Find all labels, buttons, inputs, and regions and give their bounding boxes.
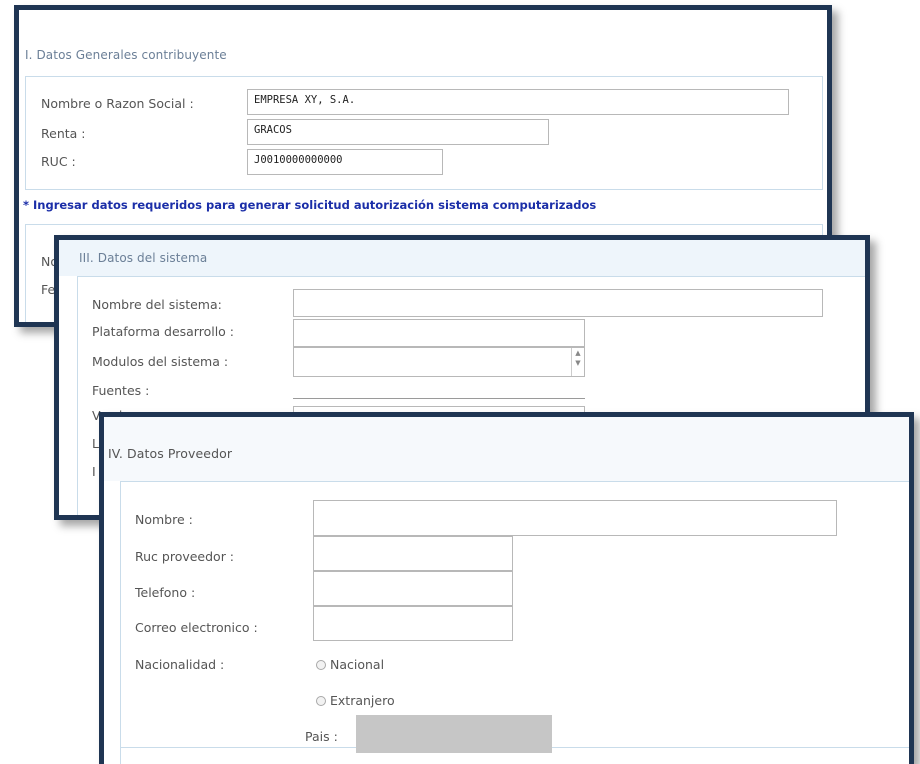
label-nacionalidad: Nacionalidad : <box>135 657 225 672</box>
label-modulos: Modulos del sistema : <box>92 354 229 369</box>
ruc-proveedor-field[interactable] <box>313 536 513 571</box>
label-partial-i: I <box>92 464 96 479</box>
razon-social-field[interactable]: EMPRESA XY, S.A. <box>247 89 789 115</box>
label-nombre: Nombre : <box>135 512 193 527</box>
required-data-note: * Ingresar datos requeridos para generar… <box>23 198 597 212</box>
label-correo: Correo electronico : <box>135 620 258 635</box>
label-ruc: RUC : <box>41 154 76 169</box>
modulos-spinner[interactable]: ▲ ▼ <box>571 348 584 376</box>
spinner-up-icon[interactable]: ▲ <box>572 348 584 358</box>
section-title-datos-sistema: III. Datos del sistema <box>79 251 208 265</box>
label-nacional[interactable]: Nacional <box>330 657 384 672</box>
correo-field[interactable] <box>313 606 513 641</box>
fuentes-field[interactable] <box>293 398 585 399</box>
spinner-down-icon[interactable]: ▼ <box>572 358 584 368</box>
telefono-field[interactable] <box>313 571 513 606</box>
radio-nacional[interactable] <box>316 660 326 670</box>
pais-select[interactable] <box>356 715 552 753</box>
label-partial-l: L <box>92 436 99 451</box>
panel-datos-proveedor: IV. Datos Proveedor Nombre : Ruc proveed… <box>99 412 914 764</box>
modulos-textarea[interactable] <box>293 347 585 377</box>
label-razon-social: Nombre o Razon Social : <box>41 96 194 111</box>
label-extranjero[interactable]: Extranjero <box>330 693 395 708</box>
nombre-field[interactable] <box>313 500 837 536</box>
label-renta: Renta : <box>41 126 86 141</box>
radio-extranjero[interactable] <box>316 696 326 706</box>
renta-field[interactable]: GRACOS <box>247 119 549 145</box>
nombre-sistema-field[interactable] <box>293 289 823 317</box>
ruc-field[interactable]: J0010000000000 <box>247 149 443 175</box>
label-pais: Pais : <box>305 729 338 744</box>
label-telefono: Telefono : <box>135 585 196 600</box>
plataforma-field[interactable] <box>293 319 585 347</box>
label-nombre-sistema: Nombre del sistema: <box>92 297 222 312</box>
label-ruc-proveedor: Ruc proveedor : <box>135 549 235 564</box>
label-fuentes: Fuentes : <box>92 383 150 398</box>
label-plataforma: Plataforma desarrollo : <box>92 324 235 339</box>
section-title-datos-generales: I. Datos Generales contribuyente <box>25 48 227 62</box>
section-title-datos-proveedor: IV. Datos Proveedor <box>108 446 233 461</box>
